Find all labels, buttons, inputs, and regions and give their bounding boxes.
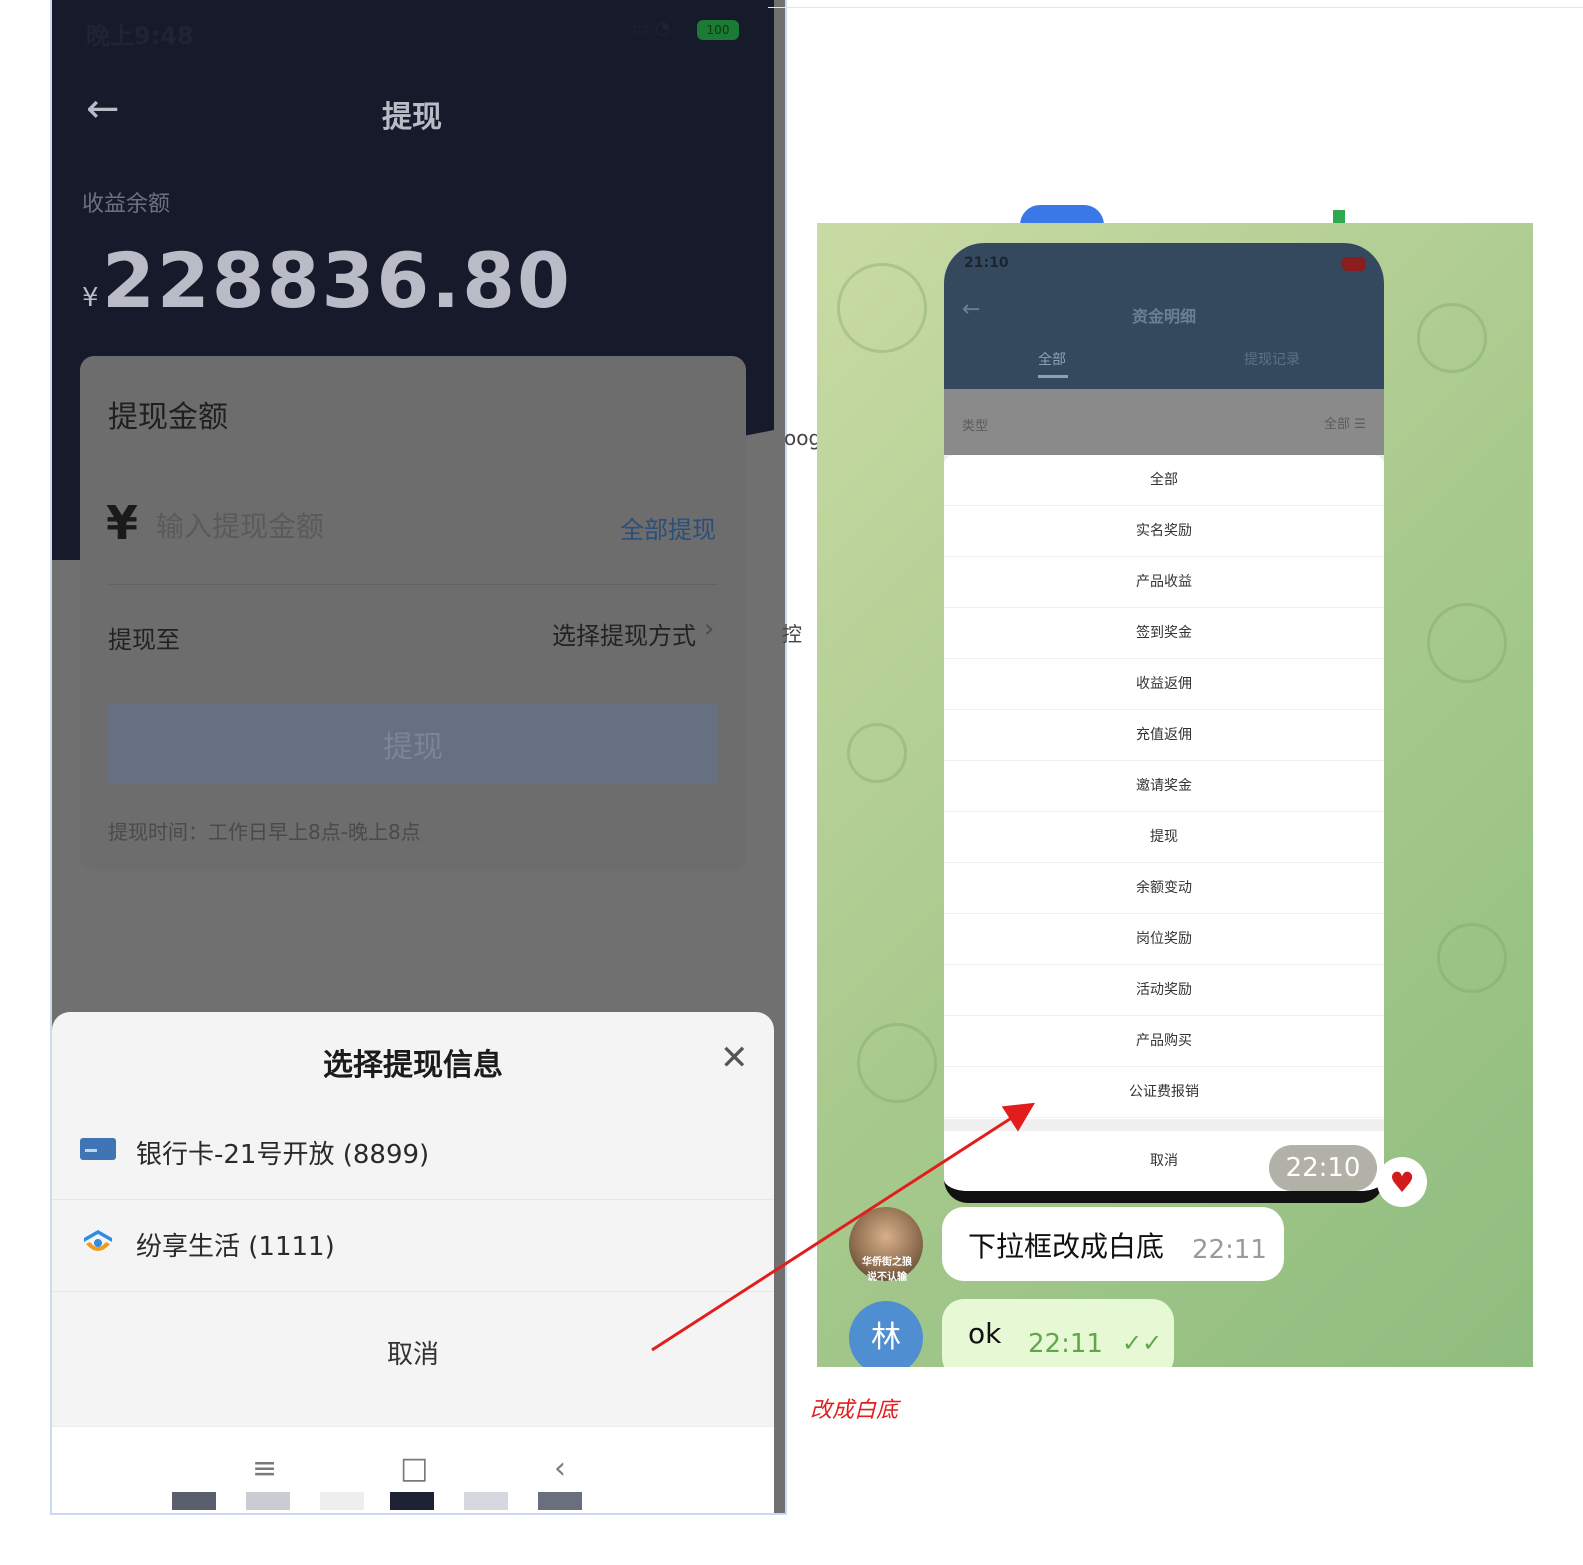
- wallpaper-doodle: [857, 1023, 937, 1103]
- inner-status-time: 21:10: [964, 255, 1009, 271]
- message-text: 下拉框改成白底: [968, 1230, 1165, 1263]
- wallpaper-doodle: [1417, 303, 1487, 373]
- dropdown-option[interactable]: 收益返佣: [944, 659, 1384, 710]
- page-title: 提现: [382, 100, 442, 135]
- withdraw-method-selector[interactable]: 选择提现方式: [552, 616, 696, 651]
- divider: [944, 1119, 1384, 1131]
- wallpaper-doodle: [847, 723, 907, 783]
- sheet-option-bank[interactable]: 银行卡-21号开放 (8899): [52, 1108, 774, 1200]
- message-time: 22:11: [1028, 1329, 1103, 1359]
- dropdown-option[interactable]: 充值返佣: [944, 710, 1384, 761]
- dropdown-option[interactable]: 岗位奖励: [944, 914, 1384, 965]
- withdraw-card: 提现金额 ¥ 全部提现 提现至 选择提现方式 › 提现 提现时间：工作日早上8点…: [80, 356, 746, 871]
- filter-dropdown[interactable]: 全部 ☰: [1324, 413, 1366, 432]
- dropdown-option[interactable]: 全部: [944, 455, 1384, 506]
- home-icon[interactable]: □: [400, 1451, 428, 1486]
- message-time: 22:11: [1192, 1235, 1267, 1265]
- message-bubble[interactable]: ok 22:11 ✓✓: [942, 1299, 1174, 1367]
- wallpaper-doodle: [837, 263, 927, 353]
- withdraw-method-sheet: 选择提现信息 ✕ 银行卡-21号开放 (8899) 纷享生活 (1111) 取消…: [52, 1012, 774, 1513]
- tab-all[interactable]: 全部: [1038, 349, 1066, 369]
- thumbnail[interactable]: [390, 1492, 434, 1510]
- back-icon[interactable]: ‹: [554, 1451, 566, 1486]
- withdraw-to-label: 提现至: [108, 626, 180, 654]
- balance-currency: ¥: [82, 283, 99, 313]
- back-arrow-icon[interactable]: ←: [86, 86, 120, 132]
- dropdown-option[interactable]: 邀请奖金: [944, 761, 1384, 812]
- message-bubble[interactable]: 下拉框改成白底 22:11: [942, 1207, 1284, 1281]
- card-title: 提现金额: [108, 400, 228, 435]
- sheet-cancel-button[interactable]: 取消: [52, 1312, 774, 1398]
- battery-icon: [1342, 257, 1366, 271]
- background-text-fragment: oog: [784, 426, 822, 450]
- inner-phone-screen: 21:10 ← 资金明细 全部 提现记录 类型 全部 ☰ 全部 实名奖励 产品收…: [944, 243, 1384, 1203]
- withdraw-phone-screen: 晚上9:48 ▭ ◔ 100 ← 提现 收益余额 ¥ 228836.80 提现金…: [50, 0, 787, 1515]
- dropdown-option[interactable]: 产品收益: [944, 557, 1384, 608]
- dropdown-option[interactable]: 余额变动: [944, 863, 1384, 914]
- wallpaper-doodle: [1427, 603, 1507, 683]
- withdraw-button[interactable]: 提现: [108, 704, 718, 784]
- background-logo-fragment: [1333, 210, 1345, 224]
- dropdown-option[interactable]: 签到奖金: [944, 608, 1384, 659]
- home-indicator: [1088, 1193, 1240, 1197]
- tab-withdraw-records[interactable]: 提现记录: [1244, 349, 1300, 369]
- heart-reaction-icon[interactable]: ♥: [1377, 1157, 1427, 1207]
- option-label: 纷享生活 (1111): [136, 1232, 335, 1262]
- balance-amount: 228836.80: [102, 236, 572, 325]
- background-text-fragment: 控: [782, 622, 802, 646]
- tab-underline: [1038, 375, 1068, 378]
- avatar-caption: 华侨街之狼 说不认输: [862, 1257, 912, 1283]
- withdraw-all-link[interactable]: 全部提现: [620, 510, 716, 545]
- divider: [108, 584, 718, 585]
- wifi-icon: ▭ ◔: [632, 18, 671, 39]
- background-logo-fragment: [1020, 205, 1104, 225]
- balance-label: 收益余额: [82, 192, 171, 217]
- chevron-right-icon: ›: [704, 614, 715, 644]
- read-check-icon: ✓✓: [1122, 1329, 1163, 1357]
- dropdown-option[interactable]: 产品购买: [944, 1016, 1384, 1067]
- amount-input[interactable]: [156, 506, 516, 546]
- withdraw-time-note: 提现时间：工作日早上8点-晚上8点: [108, 820, 421, 844]
- sheet-title: 选择提现信息: [323, 1048, 503, 1083]
- message-time-pill: 22:10: [1269, 1145, 1377, 1191]
- thumbnail[interactable]: [320, 1492, 364, 1510]
- thumbnail[interactable]: [538, 1492, 582, 1510]
- annotation-text: 改成白底: [810, 1398, 899, 1423]
- thumbnail[interactable]: [172, 1492, 216, 1510]
- filter-label: 类型: [962, 419, 989, 434]
- message-text: ok: [968, 1317, 1002, 1350]
- thumbnail[interactable]: [246, 1492, 290, 1510]
- dropdown-option[interactable]: 提现: [944, 812, 1384, 863]
- battery-icon: 100: [697, 20, 739, 40]
- filter-bar: 类型 全部 ☰: [944, 389, 1384, 455]
- thumbnail-strip: [172, 1492, 592, 1510]
- type-dropdown-list: 全部 实名奖励 产品收益 签到奖金 收益返佣 充值返佣 邀请奖金 提现 余额变动…: [944, 455, 1384, 1119]
- close-icon[interactable]: ✕: [720, 1038, 749, 1078]
- wallpaper-doodle: [1437, 923, 1507, 993]
- browser-divider: [768, 7, 1583, 8]
- dropdown-option[interactable]: 实名奖励: [944, 506, 1384, 557]
- status-time: 晚上9:48: [86, 22, 194, 50]
- avatar[interactable]: 林: [849, 1301, 923, 1367]
- yen-icon: ¥: [106, 496, 139, 550]
- inner-page-title: 资金明细: [1131, 307, 1196, 326]
- sheet-option-app[interactable]: 纷享生活 (1111): [52, 1200, 774, 1292]
- bank-card-icon: [80, 1138, 116, 1160]
- dropdown-option[interactable]: 活动奖励: [944, 965, 1384, 1016]
- app-logo-icon: [84, 1230, 112, 1251]
- thumbnail[interactable]: [464, 1492, 508, 1510]
- menu-icon[interactable]: ≡: [252, 1451, 277, 1486]
- dropdown-option[interactable]: 公证费报销: [944, 1067, 1384, 1118]
- chat-screenshot: 21:10 ← 资金明细 全部 提现记录 类型 全部 ☰ 全部 实名奖励 产品收…: [817, 223, 1533, 1367]
- option-label: 银行卡-21号开放 (8899): [136, 1140, 430, 1170]
